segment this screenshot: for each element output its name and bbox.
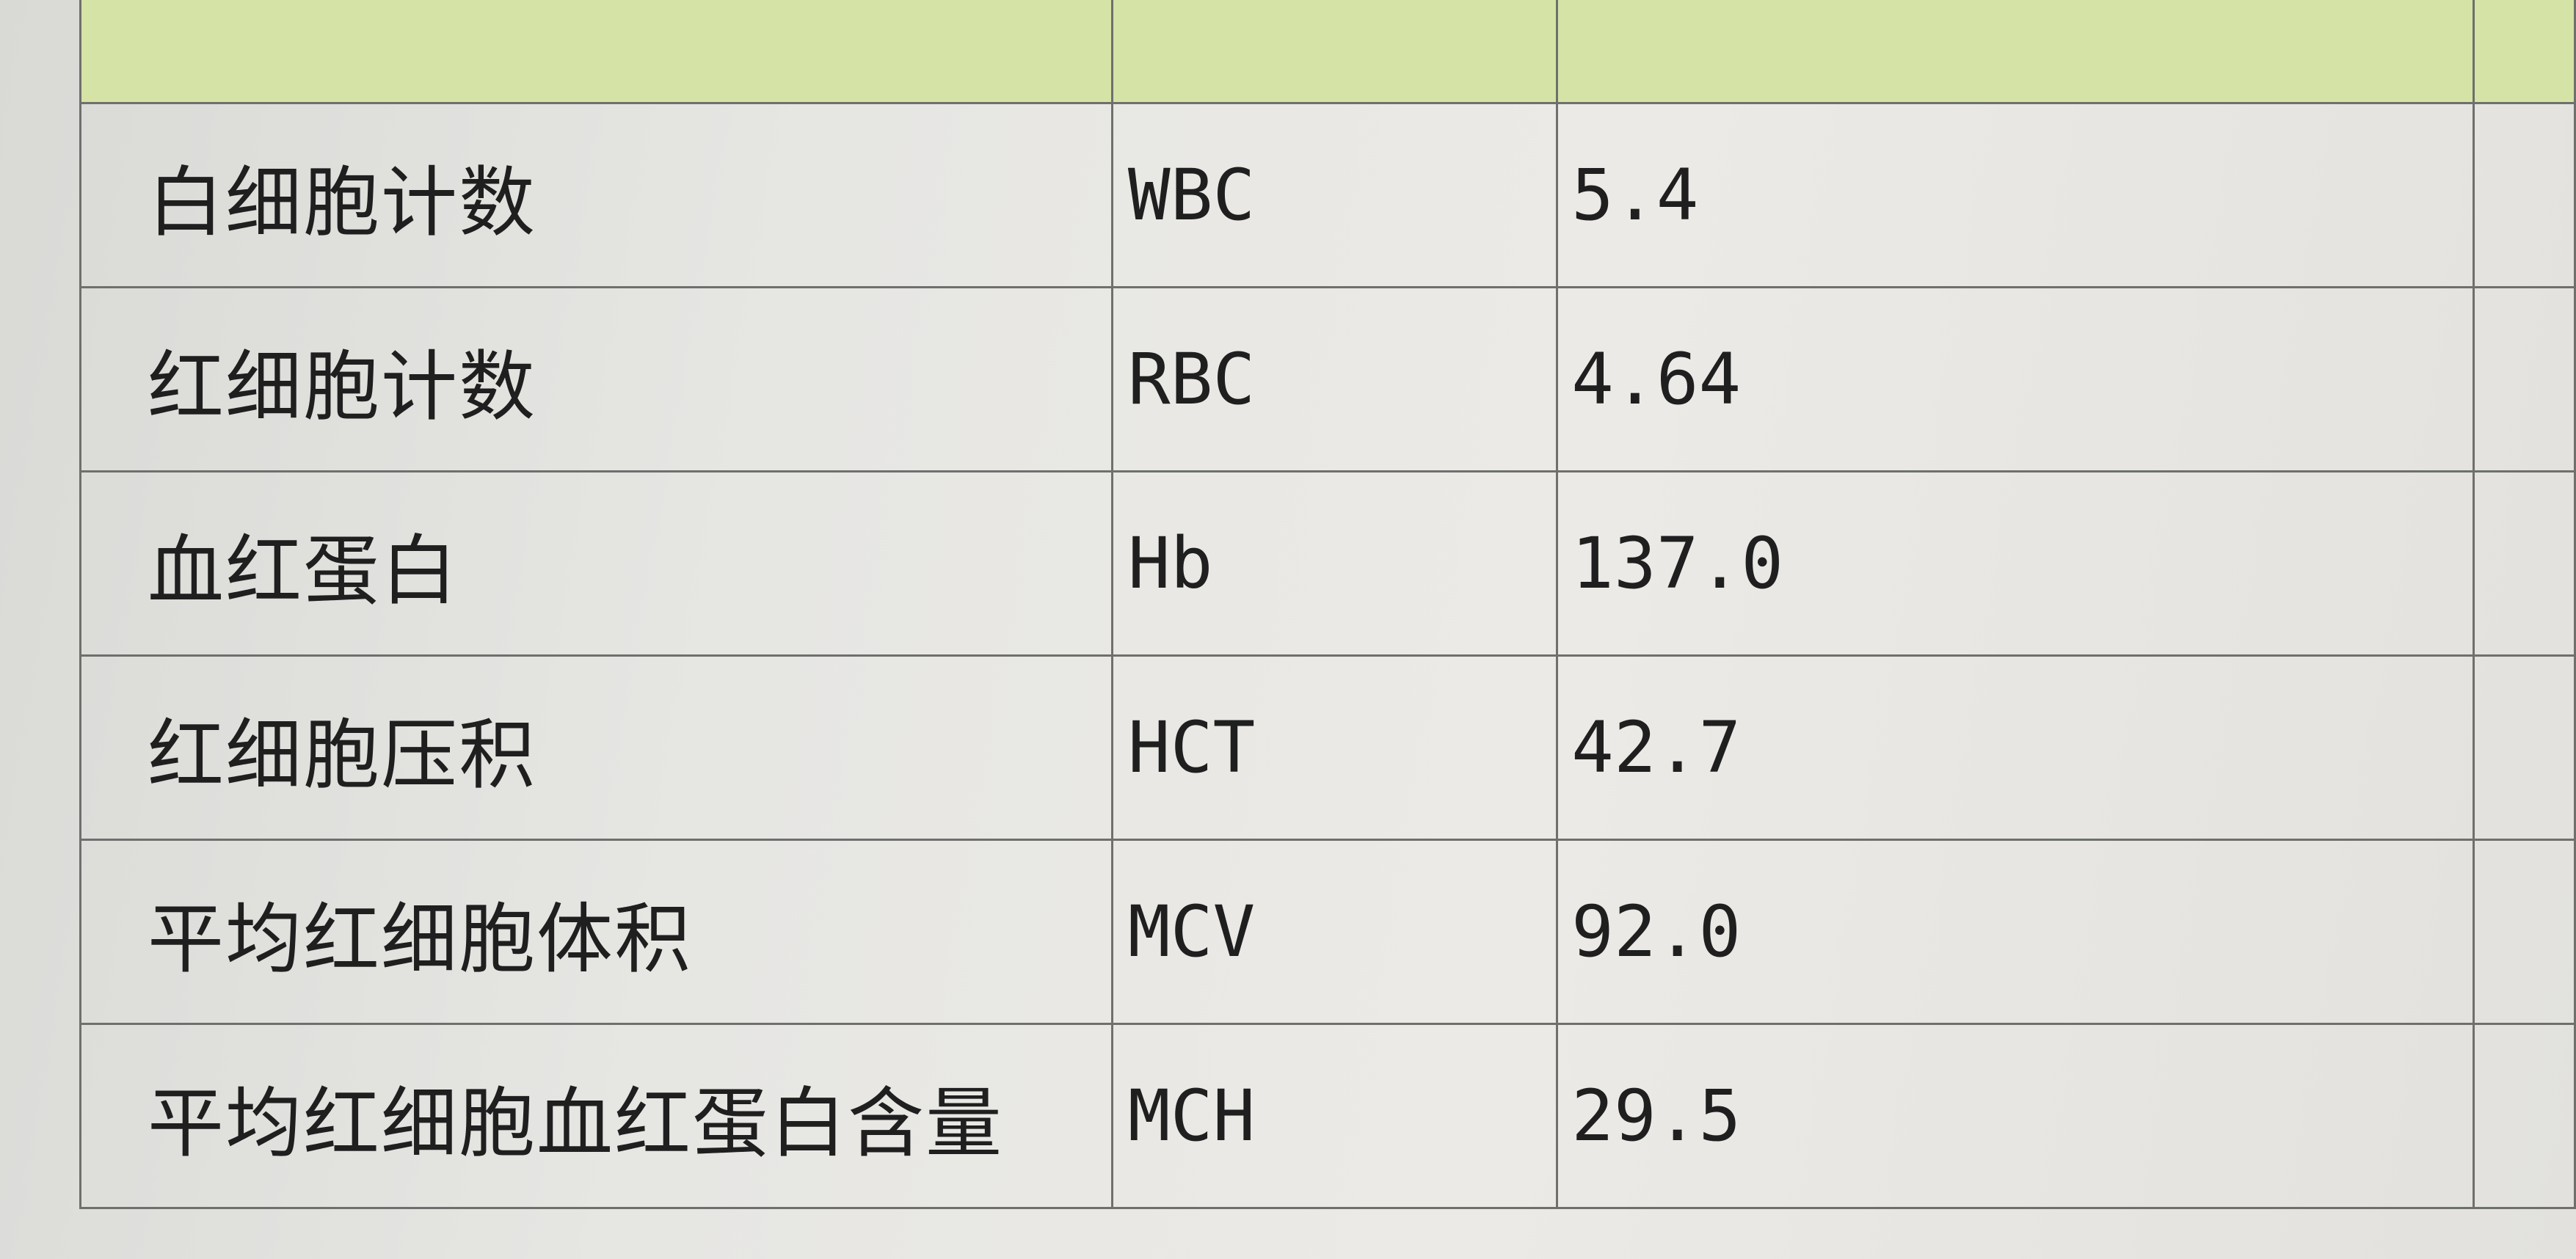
table-row: 平均红细胞体积 MCV 92.0: [79, 839, 2576, 1025]
header-item: [79, 0, 1113, 104]
table-row: 平均红细胞血红蛋白含量 MCH 29.5: [79, 1023, 2576, 1209]
test-name: 白细胞计数: [79, 102, 1113, 288]
table-header-row: [79, 0, 2576, 104]
tip-cell: [2472, 1023, 2576, 1209]
test-result: 5.4: [1556, 102, 2475, 288]
header-result: [1556, 0, 2475, 104]
table-row: 白细胞计数 WBC 5.4: [79, 102, 2576, 288]
header-tip: [2472, 0, 2576, 104]
test-name: 平均红细胞体积: [79, 839, 1113, 1025]
test-name: 红细胞计数: [79, 286, 1113, 472]
report-paper: 白细胞计数 WBC 5.4 红细胞计数 RBC 4.64 血红蛋白 Hb 137…: [0, 0, 2576, 1259]
header-code: [1110, 0, 1559, 104]
test-result: 42.7: [1556, 654, 2475, 841]
test-result: 4.64: [1556, 286, 2475, 472]
tip-cell: [2472, 654, 2576, 841]
tip-cell: [2472, 839, 2576, 1025]
tip-cell: [2472, 102, 2576, 288]
test-code: HCT: [1110, 654, 1559, 841]
table-row: 红细胞压积 HCT 42.7: [79, 654, 2576, 841]
test-code: MCV: [1110, 839, 1559, 1025]
test-name: 血红蛋白: [79, 470, 1113, 657]
test-code: WBC: [1110, 102, 1559, 288]
tip-cell: [2472, 470, 2576, 657]
test-name: 红细胞压积: [79, 654, 1113, 841]
test-code: RBC: [1110, 286, 1559, 472]
test-result: 29.5: [1556, 1023, 2475, 1209]
test-code: MCH: [1110, 1023, 1559, 1209]
table-row: 血红蛋白 Hb 137.0: [79, 470, 2576, 657]
test-code: Hb: [1110, 470, 1559, 657]
lab-results-table: 白细胞计数 WBC 5.4 红细胞计数 RBC 4.64 血红蛋白 Hb 137…: [79, 0, 2576, 1209]
test-result: 137.0: [1556, 470, 2475, 657]
test-result: 92.0: [1556, 839, 2475, 1025]
tip-cell: [2472, 286, 2576, 472]
test-name: 平均红细胞血红蛋白含量: [79, 1023, 1113, 1209]
table-row: 红细胞计数 RBC 4.64: [79, 286, 2576, 472]
